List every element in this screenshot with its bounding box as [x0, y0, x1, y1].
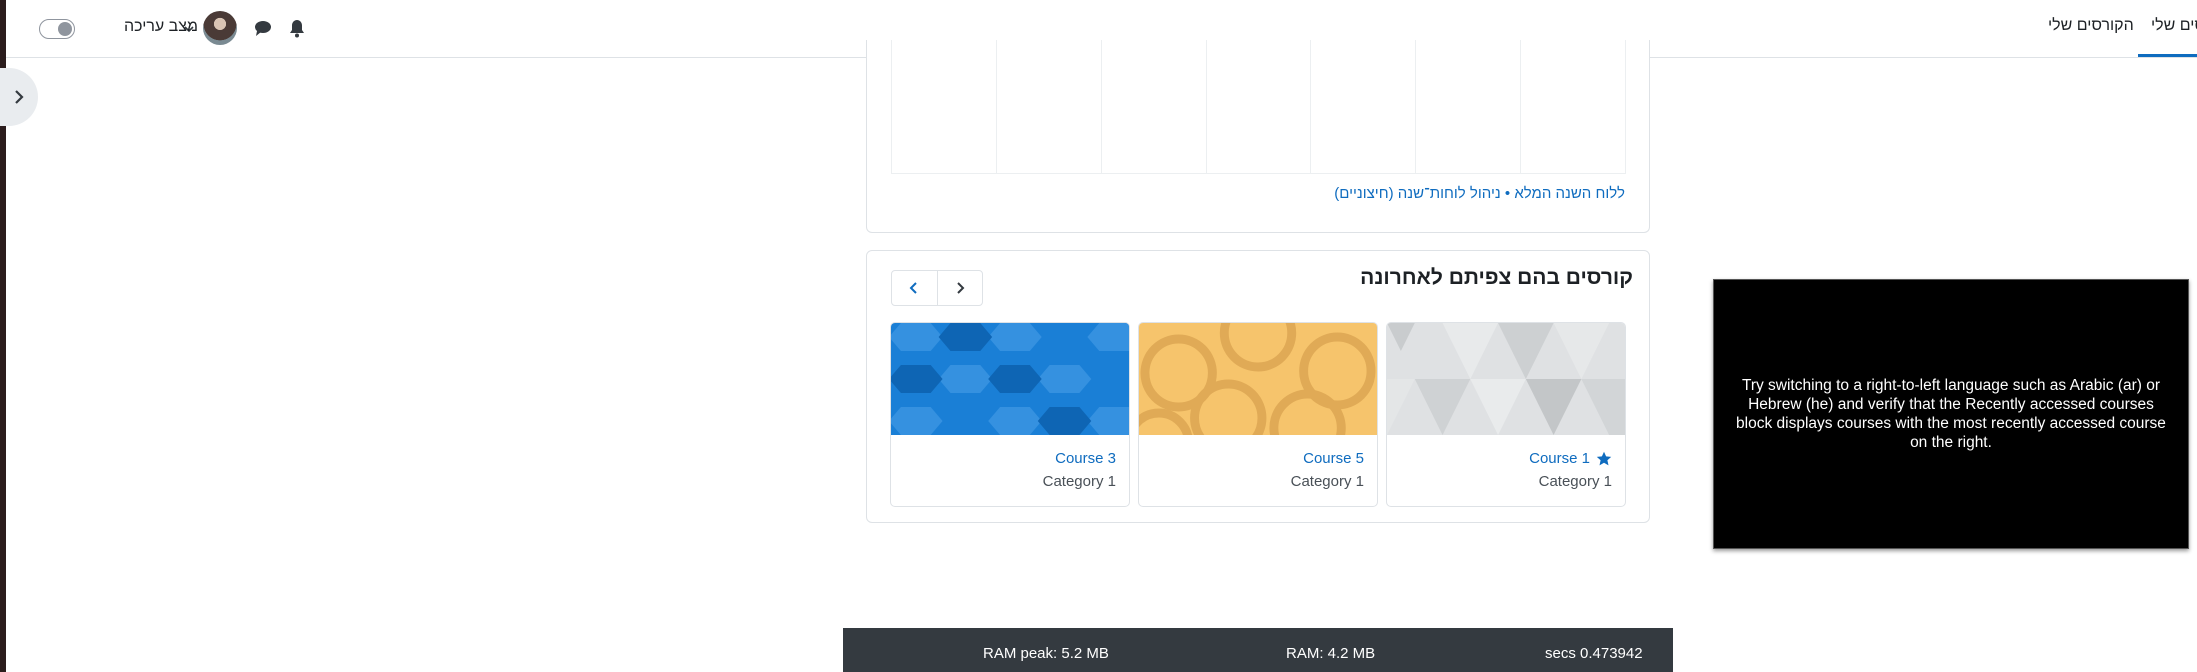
- open-drawer-button[interactable]: [0, 68, 38, 126]
- block-title: קורסים בהם צפיתם לאחרונה: [1360, 266, 1633, 289]
- paging-controls: [891, 270, 983, 306]
- calendar-grid: [891, 40, 1627, 174]
- calendar-footer-links: ללוח השנה המלא • ניהול לוחות־שנה (חיצוני…: [1334, 185, 1625, 202]
- course-category: Category 1: [1538, 473, 1612, 490]
- course-category: Category 1: [1290, 473, 1364, 490]
- calendar-block: ללוח השנה המלא • ניהול לוחות־שנה (חיצוני…: [866, 40, 1650, 233]
- previous-page-button[interactable]: [892, 271, 938, 305]
- ram-usage: RAM: 4.2 MB: [1286, 645, 1376, 662]
- recently-accessed-courses-block: קורסים בהם צפיתם לאחרונה Course 1 Catego…: [866, 250, 1650, 523]
- course-name: Course 5: [1303, 450, 1364, 467]
- course-category: Category 1: [1042, 473, 1116, 490]
- course-image: [891, 323, 1129, 435]
- chevron-right-icon: [957, 282, 965, 294]
- edit-mode-toggle[interactable]: [39, 19, 75, 39]
- chevron-right-icon: [15, 90, 24, 104]
- calendar-cell: [1310, 40, 1415, 173]
- messages-chat-icon[interactable]: [254, 20, 272, 37]
- link-separator: •: [1504, 185, 1511, 202]
- calendar-cell: [1100, 40, 1206, 173]
- calendar-cell: [995, 40, 1101, 173]
- user-avatar[interactable]: [203, 11, 237, 45]
- course-image: [1139, 323, 1377, 435]
- course-name: Course 1: [1529, 450, 1590, 467]
- calendar-cell: [891, 40, 996, 173]
- course-name-link[interactable]: Course 1: [1529, 450, 1612, 467]
- full-calendar-link[interactable]: ללוח השנה המלא: [1514, 185, 1625, 202]
- nav-my-courses-tab[interactable]: רסים שלי: [2151, 17, 2197, 35]
- manage-calendars-link[interactable]: ניהול לוחות־שנה (חיצוניים): [1334, 185, 1500, 202]
- next-page-button[interactable]: [938, 271, 983, 305]
- toggle-knob: [58, 22, 72, 36]
- course-card[interactable]: Course 5 Category 1: [1138, 322, 1378, 507]
- test-instruction-overlay: Try switching to a right-to-left languag…: [1713, 279, 2189, 549]
- active-tab-indicator: [2138, 54, 2197, 57]
- chevron-left-icon: [909, 282, 917, 294]
- course-name: Course 3: [1055, 450, 1116, 467]
- page: רסים שלי הקורסים שלי מצב עריכה: [0, 0, 2197, 672]
- calendar-cell: [1520, 40, 1627, 173]
- course-image: [1387, 323, 1625, 435]
- course-card[interactable]: Course 1 Category 1: [1386, 322, 1626, 507]
- course-card[interactable]: Course 3 Category 1: [890, 322, 1130, 507]
- star-icon: [1596, 451, 1612, 465]
- nav-my-courses-link[interactable]: הקורסים שלי: [2048, 17, 2134, 35]
- course-name-link[interactable]: Course 3: [1055, 450, 1116, 467]
- ram-peak: RAM peak: 5.2 MB: [983, 645, 1109, 662]
- calendar-cell: [1205, 40, 1311, 173]
- edit-mode-label: מצב עריכה: [124, 18, 198, 35]
- calendar-cell: [1415, 40, 1520, 173]
- notifications-bell-icon[interactable]: [289, 20, 305, 38]
- performance-info-footer: RAM peak: 5.2 MB RAM: 4.2 MB secs 0.4739…: [843, 628, 1673, 672]
- course-name-link[interactable]: Course 5: [1303, 450, 1364, 467]
- execution-time: secs 0.473942: [1545, 645, 1643, 662]
